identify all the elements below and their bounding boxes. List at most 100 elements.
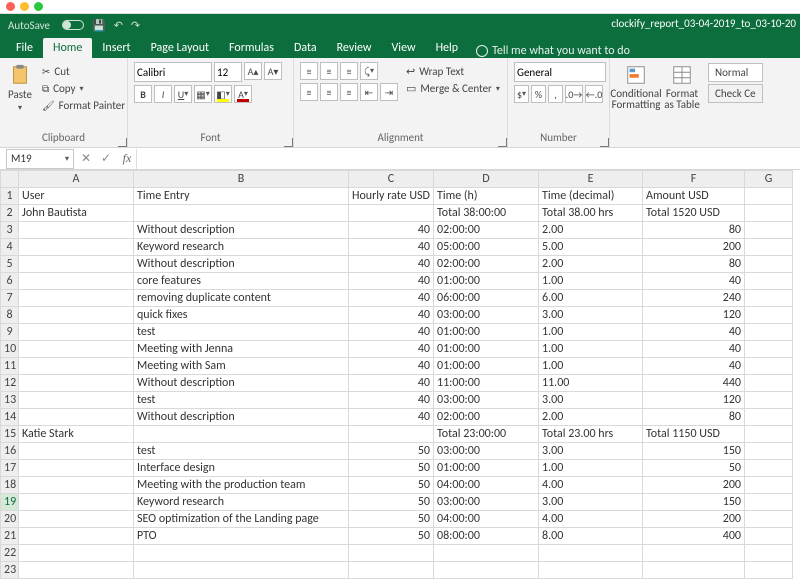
cell-G20[interactable] bbox=[745, 511, 793, 528]
cell-A2[interactable]: John Bautista bbox=[19, 205, 134, 222]
row-header-17[interactable]: 17 bbox=[1, 460, 19, 477]
font-size-select[interactable] bbox=[214, 62, 242, 82]
tab-insert[interactable]: Insert bbox=[92, 38, 140, 58]
increase-indent-button[interactable]: ⇥ bbox=[380, 83, 398, 101]
col-header-C[interactable]: C bbox=[349, 171, 434, 188]
cell-D5[interactable]: 02:00:00 bbox=[434, 256, 539, 273]
enter-formula-button[interactable]: ✓ bbox=[96, 149, 116, 169]
cancel-formula-button[interactable]: ✕ bbox=[76, 149, 96, 169]
align-right-button[interactable]: ≡ bbox=[340, 83, 358, 101]
cell-G17[interactable] bbox=[745, 460, 793, 477]
cell-C19[interactable]: 50 bbox=[349, 494, 434, 511]
cell-F21[interactable]: 400 bbox=[643, 528, 745, 545]
row-header-2[interactable]: 2 bbox=[1, 205, 19, 222]
cell-B17[interactable]: Interface design bbox=[134, 460, 349, 477]
cell-F16[interactable]: 150 bbox=[643, 443, 745, 460]
copy-button[interactable]: Copy▾ bbox=[40, 81, 127, 96]
cell-E17[interactable]: 1.00 bbox=[539, 460, 643, 477]
conditional-formatting-button[interactable]: Conditional Formatting bbox=[616, 62, 656, 112]
cut-button[interactable]: Cut bbox=[40, 64, 127, 79]
row-header-13[interactable]: 13 bbox=[1, 392, 19, 409]
cell-C4[interactable]: 40 bbox=[349, 239, 434, 256]
font-name-select[interactable] bbox=[134, 62, 212, 82]
cell-A23[interactable] bbox=[19, 562, 134, 579]
cell-D1[interactable]: Time (h) bbox=[434, 188, 539, 205]
cell-C8[interactable]: 40 bbox=[349, 307, 434, 324]
cell-E2[interactable]: Total 38.00 hrs bbox=[539, 205, 643, 222]
cell-D13[interactable]: 03:00:00 bbox=[434, 392, 539, 409]
tab-help[interactable]: Help bbox=[426, 38, 469, 58]
cell-E4[interactable]: 5.00 bbox=[539, 239, 643, 256]
cell-E11[interactable]: 1.00 bbox=[539, 358, 643, 375]
select-all-button[interactable] bbox=[1, 171, 19, 188]
tab-data[interactable]: Data bbox=[284, 38, 327, 58]
cell-D7[interactable]: 06:00:00 bbox=[434, 290, 539, 307]
orientation-button[interactable]: ⤹▾ bbox=[360, 62, 378, 80]
row-header-4[interactable]: 4 bbox=[1, 239, 19, 256]
cell-D19[interactable]: 03:00:00 bbox=[434, 494, 539, 511]
decrease-font-button[interactable]: A▾ bbox=[264, 62, 282, 80]
comma-button[interactable]: , bbox=[548, 85, 563, 103]
align-center-button[interactable]: ≡ bbox=[320, 83, 338, 101]
cell-A18[interactable] bbox=[19, 477, 134, 494]
cell-F14[interactable]: 80 bbox=[643, 409, 745, 426]
cell-E14[interactable]: 2.00 bbox=[539, 409, 643, 426]
format-painter-button[interactable]: Format Painter bbox=[40, 98, 127, 113]
cell-A12[interactable] bbox=[19, 375, 134, 392]
cell-G7[interactable] bbox=[745, 290, 793, 307]
cell-G6[interactable] bbox=[745, 273, 793, 290]
cell-B12[interactable]: Without description bbox=[134, 375, 349, 392]
qat-undo-icon[interactable]: ↶ bbox=[114, 19, 123, 32]
cell-B3[interactable]: Without description bbox=[134, 222, 349, 239]
autosave-toggle[interactable] bbox=[62, 20, 84, 30]
cell-G21[interactable] bbox=[745, 528, 793, 545]
tell-me[interactable]: Tell me what you want to do bbox=[468, 44, 638, 58]
cell-C23[interactable] bbox=[349, 562, 434, 579]
formula-input[interactable] bbox=[136, 149, 800, 169]
row-header-6[interactable]: 6 bbox=[1, 273, 19, 290]
cell-B6[interactable]: core features bbox=[134, 273, 349, 290]
cell-F5[interactable]: 80 bbox=[643, 256, 745, 273]
cell-F10[interactable]: 40 bbox=[643, 341, 745, 358]
cell-A22[interactable] bbox=[19, 545, 134, 562]
cell-G12[interactable] bbox=[745, 375, 793, 392]
cell-G14[interactable] bbox=[745, 409, 793, 426]
cell-G11[interactable] bbox=[745, 358, 793, 375]
cell-A8[interactable] bbox=[19, 307, 134, 324]
cell-C5[interactable]: 40 bbox=[349, 256, 434, 273]
cell-D22[interactable] bbox=[434, 545, 539, 562]
cell-D3[interactable]: 02:00:00 bbox=[434, 222, 539, 239]
cell-A6[interactable] bbox=[19, 273, 134, 290]
cell-C12[interactable]: 40 bbox=[349, 375, 434, 392]
cell-D17[interactable]: 01:00:00 bbox=[434, 460, 539, 477]
cell-C11[interactable]: 40 bbox=[349, 358, 434, 375]
cell-C2[interactable] bbox=[349, 205, 434, 222]
cell-F3[interactable]: 80 bbox=[643, 222, 745, 239]
decrease-indent-button[interactable]: ⇤ bbox=[360, 83, 378, 101]
cell-A5[interactable] bbox=[19, 256, 134, 273]
cell-G16[interactable] bbox=[745, 443, 793, 460]
cell-G10[interactable] bbox=[745, 341, 793, 358]
merge-center-button[interactable]: ▭Merge & Center▾ bbox=[404, 81, 502, 96]
cell-G18[interactable] bbox=[745, 477, 793, 494]
cell-B19[interactable]: Keyword research bbox=[134, 494, 349, 511]
row-header-12[interactable]: 12 bbox=[1, 375, 19, 392]
row-header-3[interactable]: 3 bbox=[1, 222, 19, 239]
cell-C18[interactable]: 50 bbox=[349, 477, 434, 494]
row-header-23[interactable]: 23 bbox=[1, 562, 19, 579]
cell-B8[interactable]: quick fixes bbox=[134, 307, 349, 324]
cell-A10[interactable] bbox=[19, 341, 134, 358]
row-header-19[interactable]: 19 bbox=[1, 494, 19, 511]
cell-A16[interactable] bbox=[19, 443, 134, 460]
row-header-18[interactable]: 18 bbox=[1, 477, 19, 494]
cell-D12[interactable]: 11:00:00 bbox=[434, 375, 539, 392]
cell-F6[interactable]: 40 bbox=[643, 273, 745, 290]
cell-C10[interactable]: 40 bbox=[349, 341, 434, 358]
cell-C6[interactable]: 40 bbox=[349, 273, 434, 290]
cell-E12[interactable]: 11.00 bbox=[539, 375, 643, 392]
accounting-format-button[interactable]: $▾ bbox=[514, 85, 529, 103]
cell-B21[interactable]: PTO bbox=[134, 528, 349, 545]
row-header-10[interactable]: 10 bbox=[1, 341, 19, 358]
cell-B11[interactable]: Meeting with Sam bbox=[134, 358, 349, 375]
row-header-1[interactable]: 1 bbox=[1, 188, 19, 205]
